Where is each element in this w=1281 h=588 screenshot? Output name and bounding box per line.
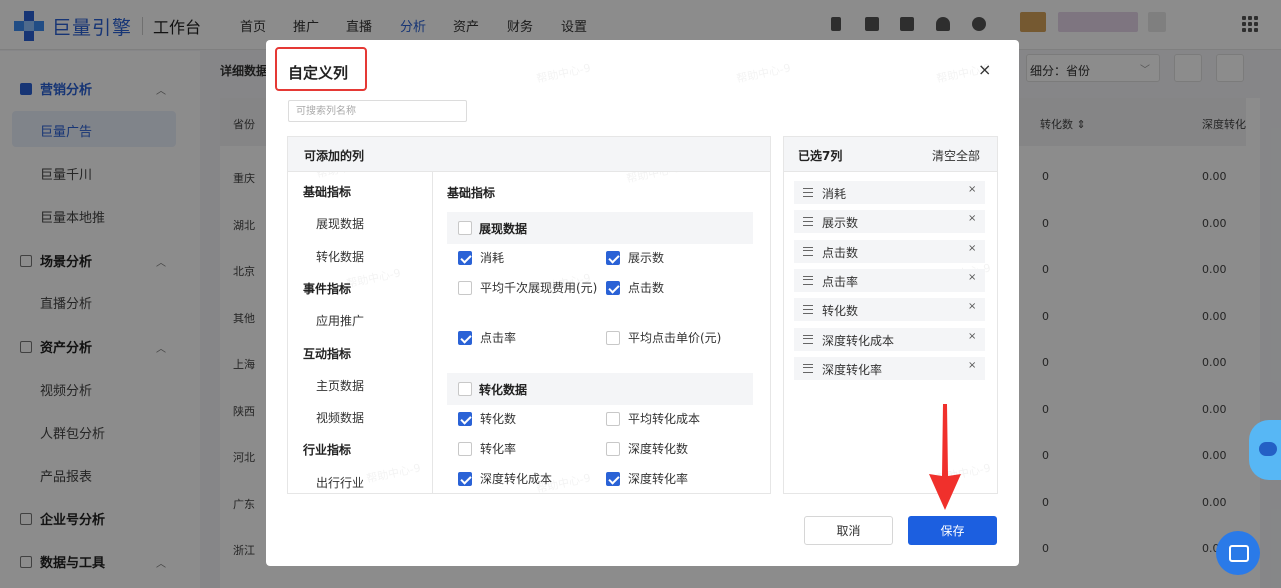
remove-icon[interactable]: × — [968, 331, 976, 342]
selected-column-item[interactable]: 展示数 × — [794, 210, 985, 234]
selected-column-item[interactable]: 消耗 × — [794, 181, 985, 204]
column-option[interactable]: 点击率 — [458, 330, 600, 347]
column-option-label: 转化率 — [480, 442, 517, 456]
column-option-label: 平均点击单价(元) — [628, 331, 722, 345]
category-item[interactable]: 应用推广 — [316, 312, 364, 329]
checkbox-checked-icon[interactable] — [458, 251, 472, 265]
drag-handle-icon[interactable] — [803, 188, 813, 197]
section-select-all-checkbox[interactable] — [458, 382, 472, 396]
selected-column-item[interactable]: 深度转化成本 × — [794, 327, 985, 351]
cancel-button[interactable]: 取消 — [804, 516, 893, 545]
checkbox-checked-icon[interactable] — [606, 251, 620, 265]
column-option-label: 深度转化率 — [628, 472, 689, 486]
drag-handle-icon[interactable] — [803, 246, 813, 256]
category-list: 基础指标展现数据转化数据事件指标应用推广互动指标主页数据视频数据行业指标出行行业 — [288, 172, 433, 493]
clear-all-button[interactable]: 清空全部 — [932, 147, 980, 164]
category-group[interactable]: 基础指标 — [303, 183, 351, 200]
category-item[interactable]: 转化数据 — [316, 248, 364, 265]
column-option[interactable]: 深度转化成本 — [458, 471, 600, 488]
checkbox-icon[interactable] — [458, 281, 472, 295]
category-title: 基础指标 — [447, 186, 496, 200]
selected-column-label: 点击数 — [822, 245, 859, 260]
selected-column-item[interactable]: 转化数 × — [794, 298, 985, 322]
remove-icon[interactable]: × — [968, 272, 976, 283]
available-columns-panel: 可添加的列 基础指标 展现数据 转化数据 事件指标 应用推广 互动指标 主页数据 视频数据 行业… — [287, 136, 771, 494]
save-button[interactable]: 保存 — [908, 516, 997, 545]
selected-columns-panel: 已选7列 清空全部 消耗 × 展示数 × 点击数 × 点击率 × 转化数 × 深度转化成本 × 深度转化… — [783, 136, 998, 494]
drag-handle-icon[interactable] — [803, 217, 813, 227]
category-item[interactable]: 主页数据 — [316, 377, 364, 394]
selected-column-item[interactable]: 深度转化率 × — [794, 356, 985, 380]
column-option[interactable]: 深度转化率 — [606, 471, 748, 488]
custom-columns-dialog: 帮助中心-9 帮助中心-9 帮助中心-9 帮助中心-9 帮助中心-9 帮助中心-… — [266, 40, 1019, 566]
category-group[interactable]: 互动指标 — [303, 345, 351, 362]
selected-column-item[interactable]: 点击数 × — [794, 239, 985, 263]
column-option[interactable]: 深度转化数 — [606, 441, 748, 458]
close-icon[interactable]: × — [978, 60, 991, 79]
selected-column-label: 点击率 — [822, 274, 859, 289]
column-option[interactable]: 点击数 — [606, 280, 748, 297]
category-group[interactable]: 行业指标 — [303, 441, 351, 458]
selected-column-label: 消耗 — [822, 187, 847, 201]
checkbox-checked-icon[interactable] — [606, 472, 620, 486]
section-label: 展现数据 — [479, 222, 528, 236]
column-option-label: 平均千次展现费用(元) — [480, 281, 598, 295]
column-option[interactable]: 转化率 — [458, 441, 600, 458]
dialog-title: 自定义列 — [288, 64, 349, 82]
section-select-all-checkbox[interactable] — [458, 221, 472, 235]
selected-column-label: 展示数 — [822, 216, 859, 231]
column-option-label: 平均转化成本 — [628, 412, 701, 426]
column-option-label: 深度转化成本 — [480, 472, 553, 486]
remove-icon[interactable]: × — [968, 360, 976, 371]
section-header[interactable]: 转化数据 — [447, 373, 753, 405]
checkbox-checked-icon[interactable] — [458, 412, 472, 426]
column-option[interactable]: 消耗 — [458, 250, 600, 267]
category-group[interactable]: 事件指标 — [303, 280, 351, 297]
column-option-label: 转化数 — [480, 412, 517, 426]
selected-column-label: 深度转化率 — [822, 362, 883, 377]
checkbox-checked-icon[interactable] — [458, 331, 472, 345]
column-option[interactable]: 展示数 — [606, 250, 748, 267]
remove-icon[interactable]: × — [968, 213, 976, 224]
checkbox-checked-icon[interactable] — [458, 472, 472, 486]
column-option-label: 消耗 — [480, 251, 505, 265]
column-search-input[interactable] — [288, 100, 467, 122]
column-option-label: 点击率 — [480, 331, 517, 345]
remove-icon[interactable]: × — [968, 243, 976, 254]
column-option-label: 点击数 — [628, 281, 665, 295]
selected-count: 已选7列 — [798, 149, 843, 163]
selected-column-label: 深度转化成本 — [822, 333, 895, 348]
drag-handle-icon[interactable] — [803, 363, 813, 373]
category-item[interactable]: 展现数据 — [316, 215, 364, 232]
remove-icon[interactable]: × — [968, 184, 976, 195]
column-option[interactable]: 平均转化成本 — [606, 411, 748, 428]
checkbox-checked-icon[interactable] — [606, 281, 620, 295]
selected-column-label: 转化数 — [822, 304, 859, 319]
selected-column-item[interactable]: 点击率 × — [794, 268, 985, 292]
category-item[interactable]: 出行行业 — [316, 474, 364, 491]
available-columns-header: 可添加的列 — [304, 149, 365, 163]
checkbox-icon[interactable] — [606, 412, 620, 426]
column-option[interactable]: 转化数 — [458, 411, 600, 428]
category-item[interactable]: 视频数据 — [316, 409, 364, 426]
red-arrow-annotation — [929, 404, 961, 510]
column-option-label: 展示数 — [628, 251, 665, 265]
drag-handle-icon[interactable] — [803, 305, 813, 315]
column-option-label: 深度转化数 — [628, 442, 689, 456]
drag-handle-icon[interactable] — [803, 334, 813, 344]
remove-icon[interactable]: × — [968, 301, 976, 312]
section-label: 转化数据 — [479, 383, 528, 397]
checkbox-icon[interactable] — [606, 331, 620, 345]
chat-support-icon[interactable] — [1216, 531, 1260, 575]
checkbox-icon[interactable] — [458, 442, 472, 456]
column-options: 基础指标 展现数据消耗 展示数平均千次展现费用(元) 点击数点击率 平均点击单价(元)… — [433, 172, 770, 493]
assistant-mascot-icon[interactable] — [1249, 420, 1281, 480]
section-header[interactable]: 展现数据 — [447, 212, 753, 244]
drag-handle-icon[interactable] — [803, 275, 813, 285]
column-option[interactable]: 平均千次展现费用(元) — [458, 280, 600, 297]
checkbox-icon[interactable] — [606, 442, 620, 456]
column-option[interactable]: 平均点击单价(元) — [606, 330, 748, 347]
